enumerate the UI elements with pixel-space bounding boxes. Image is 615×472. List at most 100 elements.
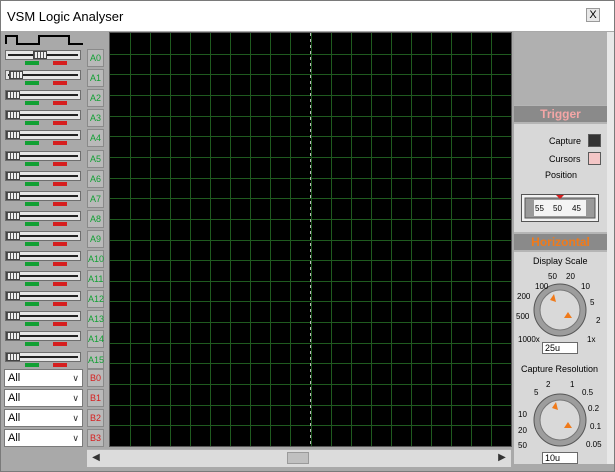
close-button[interactable]: X (586, 8, 600, 22)
scrollbar-thumb[interactable] (287, 452, 309, 464)
bus-select[interactable]: All ∨ (4, 389, 83, 407)
channel-label: A7 (87, 190, 104, 208)
channel-slider[interactable] (5, 110, 81, 120)
low-level-led (53, 282, 67, 286)
capture-resolution-tick: 0.5 (582, 388, 594, 397)
slider-knob[interactable] (33, 51, 47, 59)
capture-resolution-knob[interactable]: 5 2 1 0.5 0.2 0.1 0.05 10 20 50 10u (514, 374, 607, 464)
channel-label: A9 (87, 230, 104, 248)
high-level-led (25, 162, 39, 166)
slider-knob[interactable] (6, 252, 20, 260)
channel-slider[interactable] (5, 50, 81, 60)
channel-slider[interactable] (5, 211, 81, 221)
channel-label: A1 (87, 69, 104, 87)
bus-label: B0 (87, 369, 104, 387)
slider-knob[interactable] (9, 71, 23, 79)
position-dial[interactable]: 55 50 45 (521, 194, 599, 222)
capture-button[interactable] (588, 134, 601, 147)
channel-label: A15 (87, 351, 104, 369)
low-level-led (53, 202, 67, 206)
chevron-down-icon[interactable]: ∨ (72, 390, 79, 406)
slider-knob[interactable] (6, 312, 20, 320)
waveform-grid (110, 33, 511, 446)
low-level-led (53, 162, 67, 166)
channel-slider[interactable] (5, 352, 81, 362)
position-label: Position (545, 170, 578, 180)
channel-slider[interactable] (5, 151, 81, 161)
chevron-down-icon[interactable]: ∨ (72, 370, 79, 386)
slider-knob[interactable] (6, 91, 20, 99)
high-level-led (25, 222, 39, 226)
high-level-led (25, 282, 39, 286)
bus-select[interactable]: All ∨ (4, 369, 83, 387)
low-level-led (53, 182, 67, 186)
bus-select[interactable]: All ∨ (4, 409, 83, 427)
capture-resolution-tick: 50 (518, 441, 527, 450)
horizontal-scrollbar[interactable]: ◀ ▶ (87, 449, 511, 467)
channel-slider[interactable] (5, 70, 81, 80)
channel-slider[interactable] (5, 271, 81, 281)
slider-knob[interactable] (6, 131, 20, 139)
chevron-down-icon[interactable]: ∨ (72, 430, 79, 446)
slider-knob[interactable] (6, 272, 20, 280)
chevron-down-icon[interactable]: ∨ (72, 410, 79, 426)
slider-knob[interactable] (6, 152, 20, 160)
display-scale-tick: 2 (596, 316, 601, 325)
arrow-right-icon[interactable]: ▶ (495, 452, 509, 465)
low-level-led (53, 81, 67, 85)
bus-select-value: All (8, 412, 21, 424)
channel-slider[interactable] (5, 291, 81, 301)
channel-row (3, 127, 87, 146)
slider-knob[interactable] (6, 292, 20, 300)
channel-slider[interactable] (5, 130, 81, 140)
low-level-led (53, 322, 67, 326)
arrow-left-icon[interactable]: ◀ (89, 452, 103, 465)
low-level-led (53, 101, 67, 105)
capture-resolution-tick: 0.05 (586, 440, 602, 449)
slider-knob[interactable] (6, 332, 20, 340)
channel-slider[interactable] (5, 311, 81, 321)
display-scale-tick: 100 (535, 282, 549, 291)
channel-slider[interactable] (5, 90, 81, 100)
slider-knob[interactable] (6, 232, 20, 240)
channel-slider[interactable] (5, 251, 81, 261)
channel-label: A12 (87, 290, 104, 308)
channel-label: A10 (87, 250, 104, 268)
capture-resolution-tick: 10 (518, 410, 527, 419)
display-scale-tick: 50 (548, 272, 557, 281)
low-level-led (53, 342, 67, 346)
capture-resolution-value[interactable]: 10u (542, 452, 578, 464)
high-level-led (25, 81, 39, 85)
display-scale-tick: 10 (581, 282, 590, 291)
slider-knob[interactable] (6, 192, 20, 200)
title-bar[interactable]: VSM Logic Analyser X (1, 1, 614, 31)
high-level-led (25, 121, 39, 125)
channel-slider[interactable] (5, 191, 81, 201)
bus-label: B3 (87, 429, 104, 447)
capture-resolution-tick: 2 (546, 380, 551, 389)
capture-resolution-label: Capture Resolution (521, 364, 599, 374)
panel-top-blank (514, 32, 607, 105)
cursors-toggle[interactable] (588, 152, 601, 165)
waveform-display[interactable] (109, 32, 512, 447)
slider-knob[interactable] (6, 353, 20, 361)
bus-select-value: All (8, 432, 21, 444)
channel-slider[interactable] (5, 171, 81, 181)
bus-select-value: All (8, 372, 21, 384)
slider-knob[interactable] (6, 212, 20, 220)
display-scale-value[interactable]: 25u (542, 342, 578, 354)
horizontal-section: Display Scale 100 50 20 10 5 2 1x 1000x … (514, 252, 607, 464)
display-scale-knob[interactable]: 100 50 20 10 5 2 1x 1000x 500 200 25u (514, 266, 607, 356)
display-scale-tick: 200 (517, 292, 531, 301)
slider-knob[interactable] (6, 111, 20, 119)
channel-label: A11 (87, 270, 104, 288)
cursors-label: Cursors (549, 154, 581, 164)
bus-select[interactable]: All ∨ (4, 429, 83, 447)
display-scale-label: Display Scale (533, 256, 588, 266)
channel-slider[interactable] (5, 331, 81, 341)
channel-slider[interactable] (5, 231, 81, 241)
channel-row (3, 168, 87, 187)
right-edge-strip (607, 32, 614, 464)
slider-knob[interactable] (6, 172, 20, 180)
channel-row (3, 308, 87, 327)
